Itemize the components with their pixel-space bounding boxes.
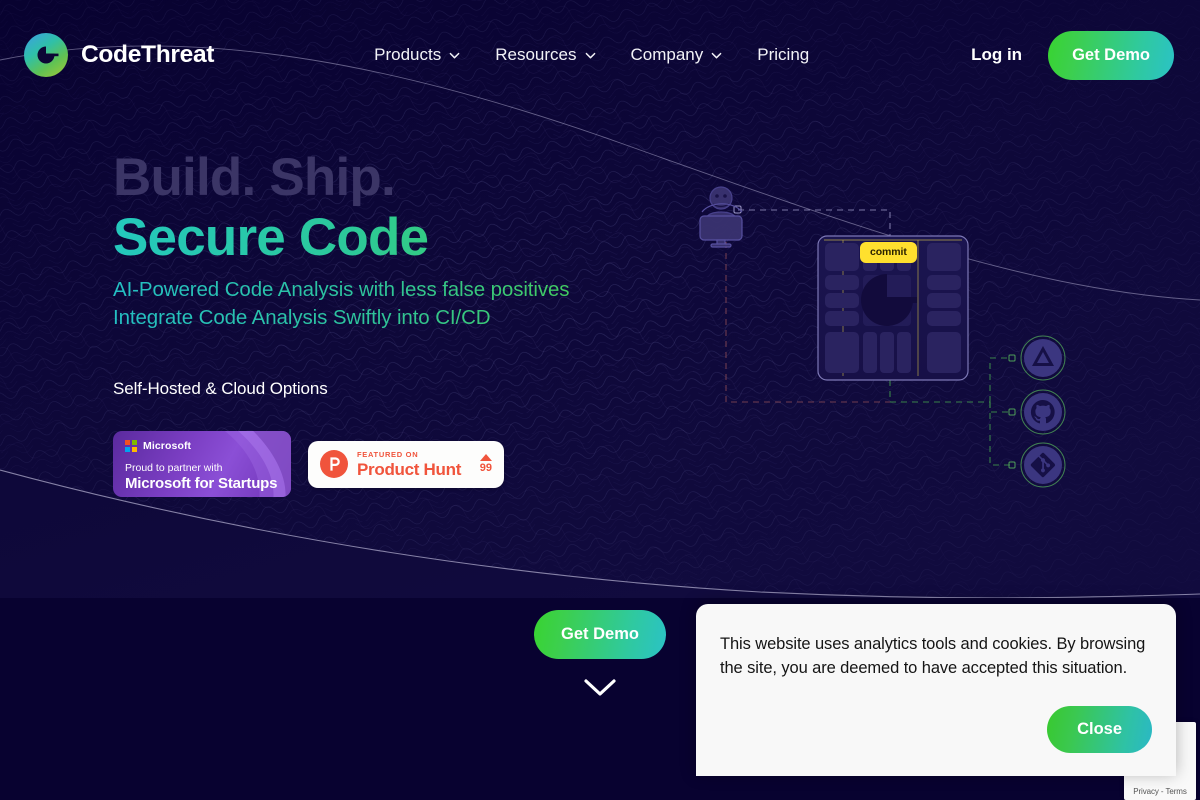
nav-item-company[interactable]: Company bbox=[614, 37, 741, 73]
integration-github bbox=[1020, 389, 1066, 435]
page-title: Build. Ship. Secure Code bbox=[113, 148, 733, 268]
partner-badges: Microsoft Proud to partner with Microsof… bbox=[113, 431, 733, 497]
get-demo-button-hero[interactable]: Get Demo bbox=[534, 610, 666, 659]
upvote-triangle-icon bbox=[479, 454, 492, 461]
headline-muted: Build. Ship. bbox=[113, 148, 396, 207]
commit-badge: commit bbox=[860, 242, 917, 263]
product-hunt-icon bbox=[320, 450, 348, 478]
microsoft-wordmark: Microsoft bbox=[143, 440, 192, 452]
nav-item-label: Resources bbox=[495, 45, 577, 64]
hosting-options-label: Self-Hosted & Cloud Options bbox=[113, 379, 328, 398]
microsoft-badge-line2: Microsoft for Startups bbox=[125, 475, 278, 492]
cookie-consent-banner: This website uses analytics tools and co… bbox=[696, 604, 1176, 776]
hero-subtitle: AI-Powered Code Analysis with less false… bbox=[113, 276, 733, 332]
main-nav-links: Products Resources Company Pricing bbox=[357, 37, 826, 73]
hero-illustration: commit bbox=[690, 180, 1090, 520]
product-hunt-featured-label: FEATURED ON bbox=[357, 449, 419, 459]
landing-page: CodeThreat Products Resources Company Pr… bbox=[0, 0, 1200, 800]
developer-at-computer-icon bbox=[699, 186, 743, 248]
cookie-close-button[interactable]: Close bbox=[1047, 706, 1152, 753]
nav-item-resources[interactable]: Resources bbox=[478, 37, 613, 73]
nav-item-label: Pricing bbox=[757, 45, 810, 64]
chevron-down-icon bbox=[710, 49, 723, 62]
microsoft-squares-icon bbox=[125, 440, 137, 452]
top-navigation-bar: CodeThreat Products Resources Company Pr… bbox=[0, 0, 1200, 110]
integration-git bbox=[1020, 442, 1066, 488]
brand-logo[interactable]: CodeThreat bbox=[24, 33, 214, 77]
headline-accent: Secure Code bbox=[113, 208, 733, 268]
microsoft-for-startups-badge[interactable]: Microsoft Proud to partner with Microsof… bbox=[113, 431, 291, 497]
chevron-down-icon bbox=[584, 49, 597, 62]
integration-azure-devops bbox=[1020, 335, 1066, 381]
nav-item-pricing[interactable]: Pricing bbox=[740, 37, 826, 73]
subtitle-line-1: AI-Powered Code Analysis with less false… bbox=[113, 276, 733, 304]
nav-item-label: Company bbox=[630, 45, 704, 64]
hero-content: Build. Ship. Secure Code AI-Powered Code… bbox=[113, 148, 733, 497]
product-hunt-upvote[interactable]: 99 bbox=[480, 454, 492, 474]
microsoft-badge-line1: Proud to partner with bbox=[125, 462, 223, 474]
upvote-count: 99 bbox=[479, 462, 492, 474]
subtitle-line-2: Integrate Code Analysis Swiftly into CI/… bbox=[113, 304, 733, 332]
codethreat-circle-logo-icon bbox=[24, 33, 68, 77]
brand-name: CodeThreat bbox=[81, 41, 215, 68]
nav-item-products[interactable]: Products bbox=[357, 37, 478, 73]
nav-actions: Log in Get Demo bbox=[971, 30, 1176, 80]
chevron-down-icon bbox=[448, 49, 461, 62]
microsoft-logo: Microsoft bbox=[125, 440, 191, 452]
get-demo-button-header[interactable]: Get Demo bbox=[1048, 30, 1174, 80]
nav-item-label: Products bbox=[374, 45, 442, 64]
login-link[interactable]: Log in bbox=[971, 45, 1022, 65]
product-hunt-badge[interactable]: FEATURED ON Product Hunt 99 bbox=[308, 440, 504, 488]
product-hunt-name: Product Hunt bbox=[357, 459, 462, 479]
cookie-message: This website uses analytics tools and co… bbox=[720, 635, 1146, 677]
product-hunt-text: FEATURED ON Product Hunt bbox=[357, 450, 461, 479]
recaptcha-privacy-terms[interactable]: Privacy - Terms bbox=[1133, 787, 1187, 796]
